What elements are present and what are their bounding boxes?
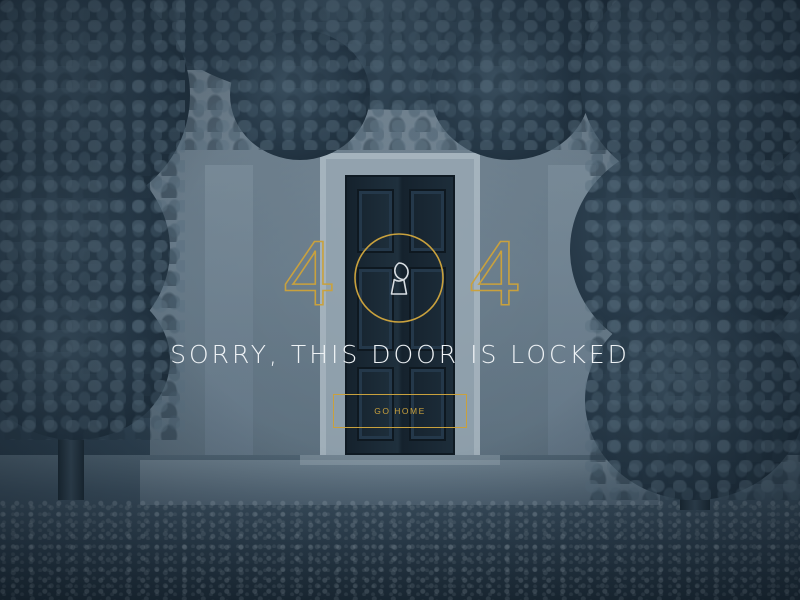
go-home-button[interactable]: GO HOME bbox=[333, 394, 467, 428]
error-code-digit-left: 4 bbox=[283, 223, 336, 325]
error-content: 4 4 SORRY, THIS DOOR IS LOCKED GO HOME bbox=[0, 0, 800, 600]
page-404: 4 4 SORRY, THIS DOOR IS LOCKED GO HOME bbox=[0, 0, 800, 600]
error-code-digit-right: 4 bbox=[469, 223, 522, 325]
keyhole-icon bbox=[354, 233, 444, 323]
error-message: SORRY, THIS DOOR IS LOCKED bbox=[170, 340, 630, 369]
